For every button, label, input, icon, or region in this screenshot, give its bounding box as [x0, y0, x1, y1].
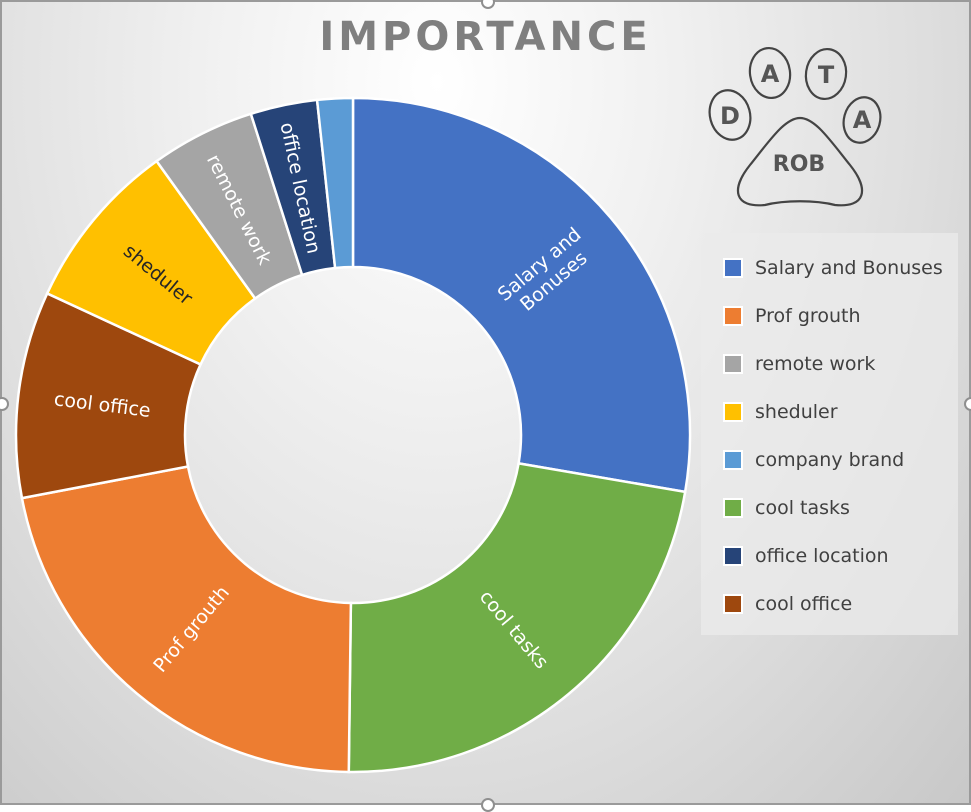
legend-label: cool office [755, 593, 853, 615]
legend-item-office-location[interactable]: office location [723, 541, 889, 571]
legend-label: sheduler [755, 401, 838, 423]
legend-swatch [723, 402, 743, 422]
legend-label: Prof grouth [755, 305, 861, 327]
legend-label: Salary and Bonuses [755, 257, 943, 279]
legend-swatch [723, 258, 743, 278]
legend-label: company brand [755, 449, 905, 471]
legend-label: office location [755, 545, 889, 567]
paw-letter-a2: A [853, 106, 872, 134]
legend-swatch [723, 594, 743, 614]
chart-legend[interactable]: Salary and Bonuses Prof grouth remote work… [701, 233, 958, 635]
legend-swatch [723, 546, 743, 566]
paw-logo: D A T A ROB [708, 46, 882, 207]
legend-swatch [723, 450, 743, 470]
paw-pad-text: ROB [773, 152, 825, 177]
legend-item-remote-work[interactable]: remote work [723, 349, 875, 379]
legend-item-cool-tasks[interactable]: cool tasks [723, 493, 850, 523]
paw-letter-d: D [720, 102, 740, 130]
legend-swatch [723, 498, 743, 518]
legend-swatch [723, 354, 743, 374]
legend-item-sheduler[interactable]: sheduler [723, 397, 838, 427]
legend-item-company-brand[interactable]: company brand [723, 445, 904, 475]
legend-label: cool tasks [755, 497, 850, 519]
legend-label: remote work [755, 353, 876, 375]
paw-letter-a1: A [761, 60, 780, 88]
legend-item-prof-grouth[interactable]: Prof grouth [723, 301, 860, 331]
legend-swatch [723, 306, 743, 326]
legend-item-salary-and-bonuses[interactable]: Salary and Bonuses [723, 253, 943, 283]
paw-letter-t: T [818, 61, 835, 89]
legend-item-cool-office[interactable]: cool office [723, 589, 852, 619]
